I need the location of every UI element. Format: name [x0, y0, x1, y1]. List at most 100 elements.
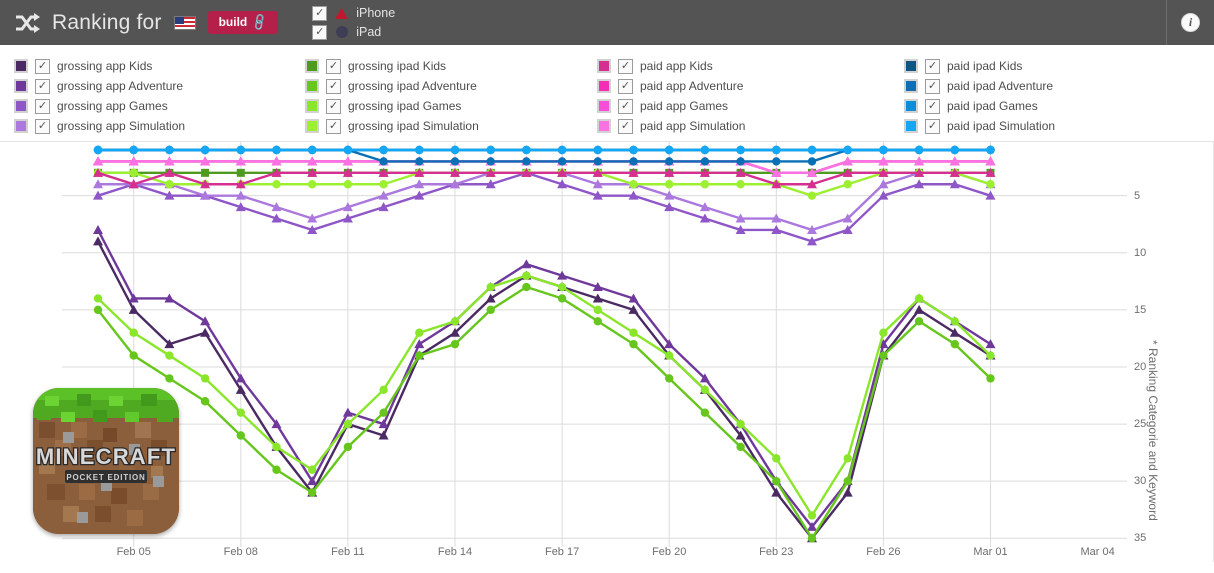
legend-item[interactable]: ✓ paid app Simulation: [597, 116, 904, 136]
legend-checkbox[interactable]: ✓: [35, 78, 50, 94]
build-button[interactable]: build 🔗: [207, 11, 279, 34]
chart-data-point[interactable]: [379, 385, 388, 395]
ipad-checkbox[interactable]: ✓: [312, 24, 328, 40]
legend-checkbox[interactable]: ✓: [35, 58, 50, 74]
chart-data-point[interactable]: [629, 157, 638, 166]
chart-data-point[interactable]: [93, 305, 103, 315]
legend-checkbox[interactable]: ✓: [35, 98, 50, 114]
chart-data-point[interactable]: [807, 191, 817, 200]
legend-item[interactable]: ✓ paid ipad Simulation: [904, 116, 1204, 136]
chart-data-point[interactable]: [736, 442, 745, 452]
chart-data-point[interactable]: [736, 180, 745, 189]
chart-data-point[interactable]: [272, 442, 281, 452]
chart-data-point[interactable]: [522, 145, 531, 155]
legend-checkbox[interactable]: ✓: [326, 78, 341, 94]
chart-data-point[interactable]: [486, 145, 495, 155]
chart-data-point[interactable]: [772, 145, 781, 155]
chart-data-point[interactable]: [665, 157, 674, 166]
legend-checkbox[interactable]: ✓: [618, 98, 633, 114]
chart-data-point[interactable]: [201, 168, 210, 177]
chart-data-point[interactable]: [665, 374, 674, 383]
chart-data-point[interactable]: [165, 145, 174, 155]
chart-data-point[interactable]: [807, 511, 817, 520]
chart-data-point[interactable]: [486, 157, 495, 166]
chart-data-point[interactable]: [665, 145, 674, 155]
legend-checkbox[interactable]: ✓: [925, 78, 940, 94]
chart-data-point[interactable]: [593, 145, 602, 155]
chart-series[interactable]: [93, 271, 995, 520]
chart-data-point[interactable]: [772, 157, 781, 166]
legend-item[interactable]: ✓ paid ipad Kids: [904, 56, 1204, 76]
chart-data-point[interactable]: [629, 339, 638, 349]
chart-data-point[interactable]: [772, 476, 781, 486]
chart-data-point[interactable]: [772, 454, 781, 463]
chart-data-point[interactable]: [950, 145, 959, 155]
chart-data-point[interactable]: [807, 534, 817, 543]
chart-series[interactable]: [93, 145, 995, 166]
chart-data-point[interactable]: [200, 374, 210, 383]
chart-data-point[interactable]: [200, 397, 210, 406]
chart-data-point[interactable]: [629, 180, 638, 189]
chart-data-point[interactable]: [522, 282, 531, 292]
chart-data-point[interactable]: [807, 157, 817, 166]
chart-data-point[interactable]: [593, 317, 602, 326]
chart-data-point[interactable]: [700, 385, 710, 395]
chart-data-point[interactable]: [379, 180, 388, 189]
legend-checkbox[interactable]: ✓: [925, 98, 940, 114]
chart-data-point[interactable]: [343, 180, 353, 189]
chart-data-point[interactable]: [93, 294, 103, 303]
chart-data-point[interactable]: [700, 145, 710, 155]
chart-data-point[interactable]: [557, 282, 567, 292]
chart-data-point[interactable]: [93, 145, 103, 155]
ranking-line-chart[interactable]: [62, 142, 1127, 547]
chart-data-point[interactable]: [415, 351, 424, 360]
legend-item[interactable]: ✓ grossing ipad Kids: [305, 56, 597, 76]
chart-data-point[interactable]: [914, 317, 924, 326]
chart-data-point[interactable]: [308, 145, 317, 155]
legend-checkbox[interactable]: ✓: [618, 118, 633, 134]
chart-series[interactable]: [93, 224, 996, 531]
legend-item[interactable]: ✓ paid app Games: [597, 96, 904, 116]
chart-data-point[interactable]: [415, 145, 424, 155]
legend-item[interactable]: ✓ grossing ipad Simulation: [305, 116, 597, 136]
chart-data-point[interactable]: [450, 317, 460, 326]
legend-item[interactable]: ✓ grossing ipad Games: [305, 96, 597, 116]
chart-data-point[interactable]: [272, 145, 281, 155]
chart-data-point[interactable]: [807, 145, 817, 155]
chart-data-point[interactable]: [522, 271, 531, 280]
chart-data-point[interactable]: [450, 339, 460, 349]
legend-item[interactable]: ✓ grossing ipad Adventure: [305, 76, 597, 96]
chart-data-point[interactable]: [379, 157, 388, 166]
chart-data-point[interactable]: [700, 157, 710, 166]
chart-data-point[interactable]: [914, 145, 924, 155]
chart-data-point[interactable]: [879, 145, 888, 155]
chart-data-point[interactable]: [379, 145, 388, 155]
legend-checkbox[interactable]: ✓: [326, 118, 341, 134]
chart-data-point[interactable]: [986, 374, 995, 383]
chart-data-point[interactable]: [665, 351, 674, 360]
chart-data-point[interactable]: [843, 180, 852, 189]
legend-item[interactable]: ✓ paid ipad Games: [904, 96, 1204, 116]
chart-data-point[interactable]: [129, 168, 138, 178]
chart-data-point[interactable]: [236, 145, 245, 155]
chart-data-point[interactable]: [236, 408, 245, 417]
chart-data-point[interactable]: [629, 145, 638, 155]
chart-data-point[interactable]: [343, 419, 353, 429]
chart-data-point[interactable]: [700, 180, 710, 189]
chart-data-point[interactable]: [629, 328, 638, 337]
chart-data-point[interactable]: [522, 157, 531, 166]
chart-data-point[interactable]: [736, 419, 745, 429]
chart-data-point[interactable]: [557, 145, 567, 155]
chart-data-point[interactable]: [593, 305, 602, 315]
chart-data-point[interactable]: [308, 465, 317, 474]
device-filter-iphone[interactable]: ✓ iPhone: [312, 5, 395, 21]
legend-checkbox[interactable]: ✓: [925, 58, 940, 74]
chart-data-point[interactable]: [879, 351, 888, 360]
legend-item[interactable]: ✓ paid app Adventure: [597, 76, 904, 96]
chart-data-point[interactable]: [343, 145, 353, 155]
chart-data-point[interactable]: [986, 180, 995, 189]
chart-data-point[interactable]: [415, 328, 424, 337]
legend-item[interactable]: ✓ grossing app Games: [14, 96, 305, 116]
chart-data-point[interactable]: [950, 339, 959, 349]
chart-data-point[interactable]: [342, 407, 353, 417]
